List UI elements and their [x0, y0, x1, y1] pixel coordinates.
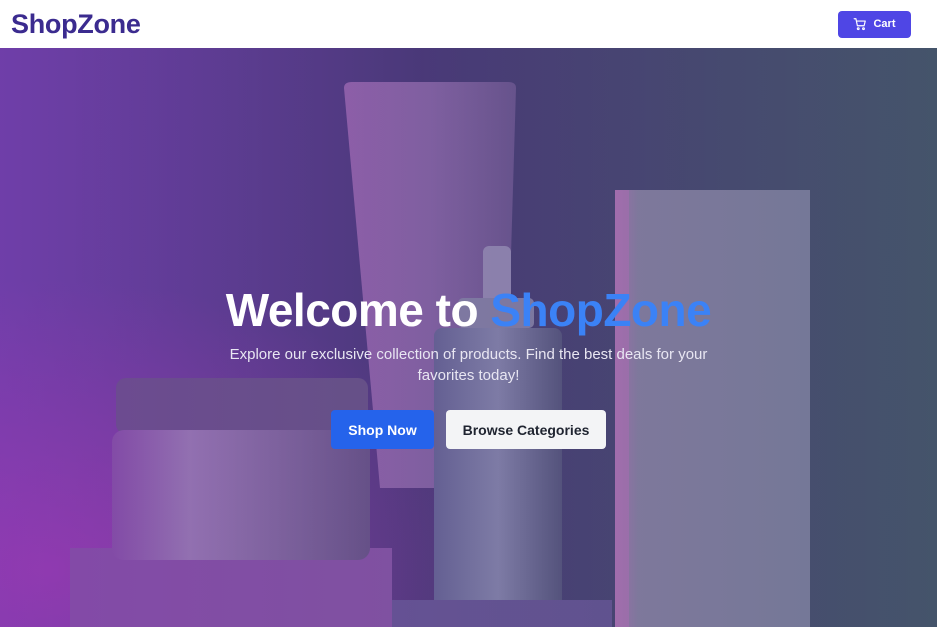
- shopping-cart-icon: [854, 18, 867, 31]
- top-navbar: ShopZone Cart: [0, 0, 937, 48]
- hero-section: Welcome to ShopZone Explore our exclusiv…: [0, 48, 937, 627]
- browse-categories-button[interactable]: Browse Categories: [446, 410, 606, 449]
- cart-button[interactable]: Cart: [838, 10, 911, 38]
- brand-logo[interactable]: ShopZone: [11, 9, 141, 40]
- cart-label: Cart: [873, 18, 896, 30]
- hero-content: Welcome to ShopZone Explore our exclusiv…: [0, 284, 937, 449]
- hero-title-accent: ShopZone: [490, 284, 712, 336]
- hero-title: Welcome to ShopZone: [0, 284, 937, 336]
- shop-now-button[interactable]: Shop Now: [331, 410, 434, 449]
- hero-title-prefix: Welcome to: [225, 284, 491, 336]
- hero-actions: Shop Now Browse Categories: [0, 410, 937, 449]
- hero-subtitle: Explore our exclusive collection of prod…: [229, 346, 708, 384]
